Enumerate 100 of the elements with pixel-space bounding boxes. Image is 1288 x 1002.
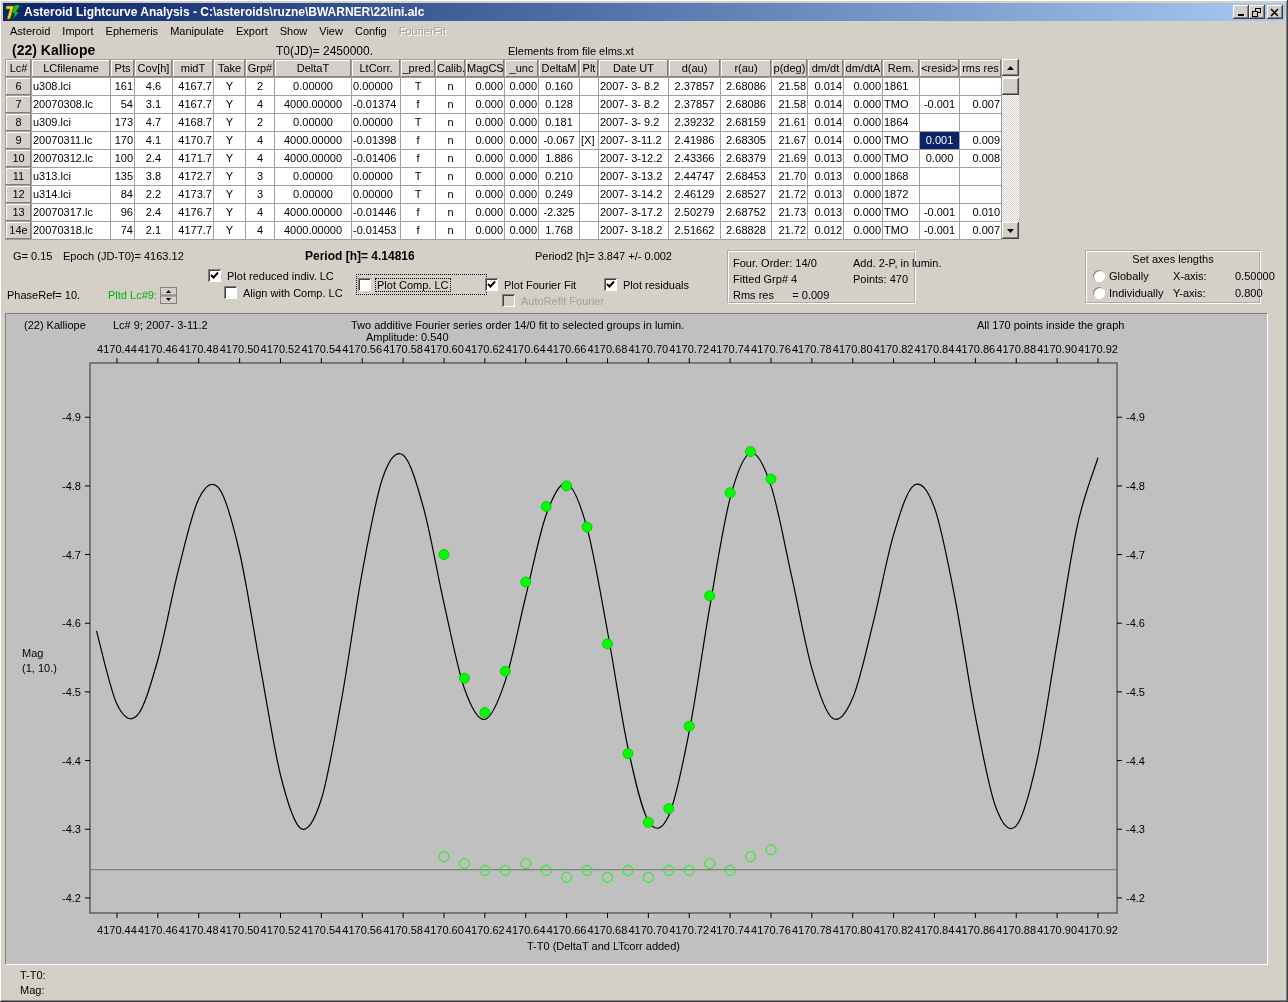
- tick-label: 4170.54: [301, 343, 342, 355]
- scrollbar-track[interactable]: [1002, 59, 1019, 239]
- tick-label: 4170.50: [219, 924, 260, 936]
- table-cell: 2.2: [134, 185, 173, 204]
- residual-point: [540, 864, 552, 876]
- column-header[interactable]: DeltaM: [538, 59, 580, 78]
- menu-item[interactable]: Export: [229, 25, 274, 37]
- menu-item[interactable]: View: [313, 25, 349, 37]
- column-header[interactable]: Grp#: [245, 59, 275, 78]
- fit-info-text: Four. Order: 14/0: [733, 257, 818, 269]
- table-cell: 4.6: [134, 77, 173, 96]
- table-cell: 4.7: [134, 113, 173, 132]
- table-cell: Y: [213, 149, 246, 168]
- column-header[interactable]: _pred.: [400, 59, 436, 78]
- menu-item[interactable]: Show: [273, 25, 314, 37]
- table-cell: 2.1: [134, 221, 173, 240]
- table-cell[interactable]: -0.001: [919, 95, 960, 114]
- column-header[interactable]: dm/dtA: [843, 59, 883, 78]
- data-point: [479, 707, 491, 718]
- table-cell: 2: [245, 113, 275, 132]
- column-header[interactable]: _unc: [504, 59, 539, 78]
- checkbox[interactable]: Align with Comp. LC: [224, 284, 358, 301]
- column-header[interactable]: <resid>: [919, 59, 960, 78]
- data-point: [704, 590, 716, 602]
- menu-item[interactable]: Manipulate: [164, 25, 230, 37]
- table-cell: 20070308.lc: [31, 95, 111, 114]
- table-cell: T: [400, 167, 436, 186]
- column-header[interactable]: Date UT: [598, 59, 669, 78]
- checkbox[interactable]: Plot Fourier Fit: [485, 276, 604, 293]
- column-header[interactable]: Rem.: [882, 59, 920, 78]
- column-header[interactable]: LCfilename: [31, 59, 111, 78]
- checkbox[interactable]: Plot residuals: [604, 276, 692, 293]
- column-header[interactable]: MagCS: [465, 59, 505, 78]
- column-header[interactable]: Cov[h]: [134, 59, 173, 78]
- column-header[interactable]: r(au): [720, 59, 772, 78]
- data-point: [663, 803, 675, 815]
- table-cell: 0.00000: [274, 77, 352, 96]
- table-cell: n: [435, 221, 466, 240]
- data-point: [459, 672, 470, 684]
- residual-point: [561, 871, 573, 883]
- column-header[interactable]: Calib.: [435, 59, 466, 78]
- table-cell: 84: [110, 185, 135, 204]
- minimize-button[interactable]: [1233, 5, 1249, 19]
- minimize-icon: [1238, 14, 1244, 16]
- table-cell: 0.000: [465, 185, 505, 204]
- column-header[interactable]: DeltaT: [274, 59, 352, 78]
- tick-label: -4.8: [62, 479, 81, 492]
- table-cell: 1.886: [538, 149, 580, 168]
- scroll-down-button[interactable]: [1002, 222, 1019, 239]
- table-cell: 3: [245, 167, 275, 186]
- column-header[interactable]: LtCorr.: [351, 59, 401, 78]
- table-cell: 161: [110, 77, 135, 96]
- menu-item[interactable]: Config: [348, 25, 393, 37]
- tick-label: 4170.86: [955, 343, 996, 355]
- restore-button[interactable]: [1249, 5, 1265, 19]
- table-cell: n: [435, 203, 466, 222]
- app-icon[interactable]: [5, 4, 21, 20]
- menu-item[interactable]: Asteroid: [4, 25, 57, 37]
- tick-label: 4170.72: [669, 924, 710, 936]
- table-cell: 2007- 3- 8.2: [598, 95, 669, 114]
- table-cell: 4000.00000: [274, 95, 352, 114]
- menu-item[interactable]: Ephemeris: [99, 25, 165, 37]
- table-cell[interactable]: -0.001: [919, 221, 960, 240]
- table-cell: 0.014: [807, 131, 844, 150]
- radio-button[interactable]: Individually: [1093, 286, 1173, 299]
- column-header[interactable]: p(deg): [771, 59, 808, 78]
- table-cell: 0.00000: [274, 113, 352, 132]
- checkbox[interactable]: Plot reduced indiv. LC: [208, 267, 358, 284]
- table-cell: f: [400, 131, 436, 150]
- table-cell[interactable]: -0.001: [919, 203, 960, 222]
- table-cell: 1868: [882, 167, 920, 186]
- table-cell: 0.000: [504, 203, 539, 222]
- table-cell: 4172.7: [172, 167, 214, 186]
- tick-label: 4170.84: [914, 924, 955, 936]
- column-header[interactable]: d(au): [668, 59, 721, 78]
- column-header[interactable]: Take: [213, 59, 246, 78]
- plot-title: (22) Kalliope: [24, 319, 86, 331]
- radio-button[interactable]: Globally: [1093, 269, 1173, 282]
- column-header[interactable]: dm/dt: [807, 59, 844, 78]
- scroll-thumb[interactable]: [1002, 78, 1019, 95]
- table-cell: 0.000: [504, 149, 539, 168]
- table-cell: 0.000: [843, 149, 883, 168]
- table-cell: 20070312.lc: [31, 149, 111, 168]
- tick-label: -4.6: [1126, 617, 1145, 630]
- menu-item[interactable]: Import: [56, 25, 100, 37]
- table-cell: n: [435, 167, 466, 186]
- spin-button[interactable]: [159, 286, 177, 304]
- table-cell[interactable]: 0.000: [919, 149, 960, 168]
- tick-label: 4170.78: [792, 924, 832, 936]
- column-header[interactable]: rms res: [959, 59, 1002, 78]
- tick-label: 4170.48: [178, 343, 219, 355]
- column-header[interactable]: Lc#: [5, 59, 32, 78]
- table-cell: n: [435, 95, 466, 114]
- column-header[interactable]: midT: [172, 59, 214, 78]
- table-cell: 0.012: [807, 221, 844, 240]
- scroll-up-button[interactable]: [1002, 59, 1019, 76]
- tick-label: 4170.58: [383, 924, 423, 936]
- close-button[interactable]: [1267, 5, 1283, 19]
- column-header[interactable]: Pts: [110, 59, 135, 78]
- tick-label: -4.2: [62, 891, 81, 904]
